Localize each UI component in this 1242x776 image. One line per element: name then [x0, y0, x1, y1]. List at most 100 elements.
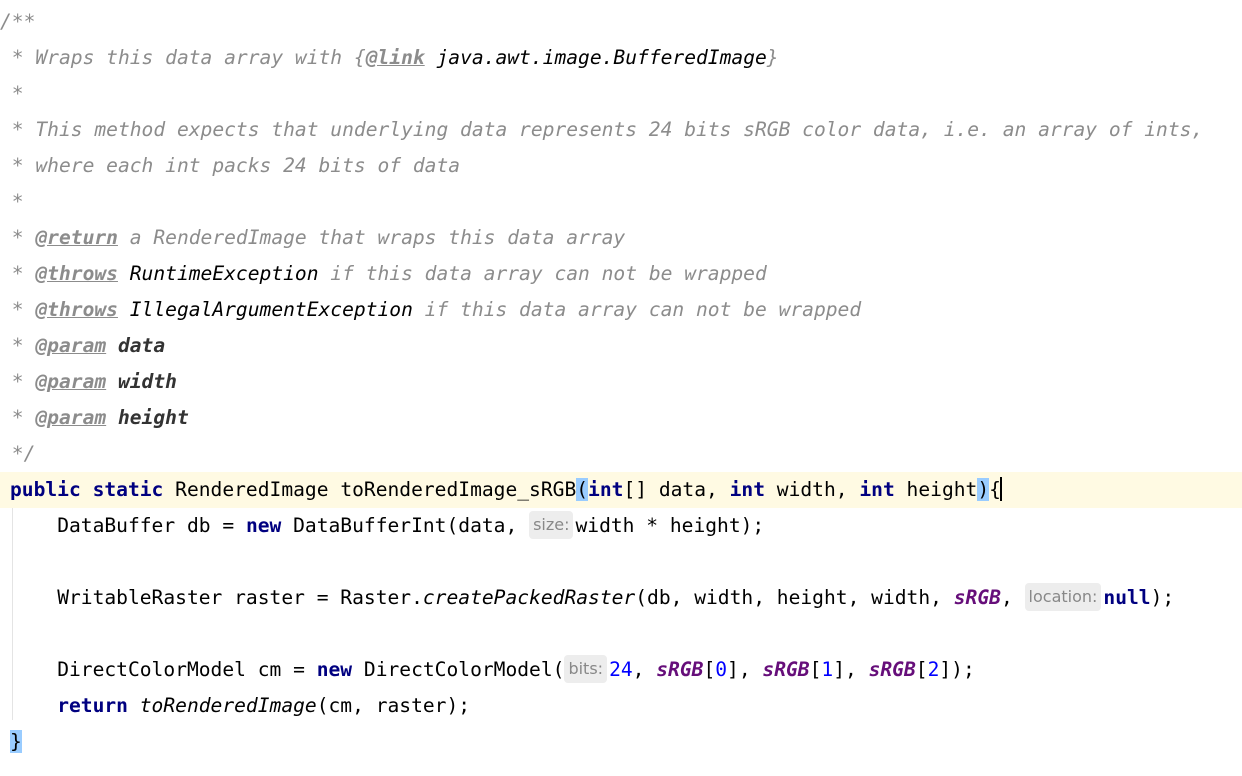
- link-open-brace: {: [353, 46, 366, 69]
- raster-args[interactable]: (db, width, height, width,: [635, 586, 954, 609]
- keyword-int: int: [859, 478, 895, 501]
- throws-text: if this data array can not be wrapped: [412, 298, 862, 321]
- param-data[interactable]: [] data,: [623, 478, 729, 501]
- javadoc-desc-2: * where each int packs 24 bits of data: [0, 154, 461, 177]
- code-line-9[interactable]: * @throws IllegalArgumentException if th…: [0, 292, 1242, 328]
- bracket: ],: [833, 658, 869, 681]
- return-type[interactable]: RenderedImage: [175, 478, 328, 501]
- code-line-20[interactable]: return toRenderedImage(cm, raster);: [0, 688, 1242, 724]
- param-name-width[interactable]: width: [106, 370, 177, 393]
- throws-text: if this data array can not be wrapped: [318, 262, 767, 285]
- code-line-17[interactable]: WritableRaster raster = Raster.createPac…: [0, 580, 1242, 616]
- return-args[interactable]: (cm, raster);: [317, 694, 470, 717]
- javadoc-prefix: *: [0, 298, 36, 321]
- code-line-7[interactable]: * @return a RenderedImage that wraps thi…: [0, 220, 1242, 256]
- keyword-int: int: [588, 478, 624, 501]
- method-to-rendered-image[interactable]: toRenderedImage: [140, 694, 317, 717]
- bracket: [: [915, 658, 928, 681]
- link-tag[interactable]: @link: [366, 46, 425, 69]
- keyword-new: new: [245, 514, 282, 537]
- static-field-srgb[interactable]: sRGB: [762, 658, 809, 681]
- parameter-hint-location: location:: [1024, 582, 1102, 611]
- method-name[interactable]: toRenderedImage_sRGB: [340, 478, 576, 501]
- number-literal: 2: [927, 658, 940, 681]
- code-line-3[interactable]: *: [0, 76, 1242, 112]
- code-line-14-signature[interactable]: public static RenderedImage toRenderedIm…: [0, 472, 1242, 508]
- param-height[interactable]: height: [895, 478, 978, 501]
- statement-end: );: [1150, 586, 1175, 609]
- param-name-data[interactable]: data: [106, 334, 165, 357]
- keyword-static: static: [92, 478, 164, 501]
- code-line-21[interactable]: }: [0, 724, 1242, 760]
- close-brace-highlight: }: [10, 730, 22, 753]
- open-paren-highlight: (: [576, 478, 589, 501]
- bracket: ],: [727, 658, 763, 681]
- throws-tag: @throws: [35, 298, 118, 321]
- javadoc-blank: *: [0, 82, 24, 105]
- code-line-13[interactable]: */: [0, 436, 1242, 472]
- method-create-packed-raster[interactable]: createPackedRaster: [423, 586, 635, 609]
- parameter-hint-size: size:: [529, 510, 574, 539]
- db-declaration[interactable]: DataBuffer db =: [57, 514, 246, 537]
- javadoc-prefix: *: [0, 406, 36, 429]
- javadoc-prefix: *: [0, 226, 36, 249]
- static-field-srgb[interactable]: sRGB: [869, 658, 916, 681]
- link-target[interactable]: java.awt.image.BufferedImage: [425, 46, 766, 69]
- code-line-16-empty[interactable]: [0, 544, 1242, 580]
- number-literal: 1: [821, 658, 834, 681]
- keyword-null: null: [1103, 586, 1151, 609]
- directcolormodel-call[interactable]: DirectColorModel(: [352, 658, 565, 681]
- code-line-2[interactable]: * Wraps this data array with {@link java…: [0, 40, 1242, 76]
- size-expression[interactable]: width * height);: [575, 514, 764, 537]
- javadoc-prefix: *: [0, 370, 36, 393]
- cm-declaration[interactable]: DirectColorModel cm =: [57, 658, 317, 681]
- javadoc-prefix: *: [0, 334, 36, 357]
- javadoc-desc-1: * This method expects that underlying da…: [0, 118, 1204, 141]
- close-paren-highlight: ): [977, 478, 990, 501]
- param-tag: @param: [35, 406, 107, 429]
- link-close-brace: }: [766, 46, 779, 69]
- keyword-return: return: [57, 694, 128, 717]
- javadoc-summary: * Wraps this data array with: [0, 46, 354, 69]
- code-line-18-empty[interactable]: [0, 616, 1242, 652]
- javadoc-open: /**: [0, 10, 36, 33]
- raster-declaration[interactable]: WritableRaster raster = Raster.: [57, 586, 423, 609]
- code-line-19[interactable]: DirectColorModel cm = new DirectColorMod…: [0, 652, 1242, 688]
- javadoc-blank: *: [0, 190, 24, 213]
- code-line-12[interactable]: * @param height: [0, 400, 1242, 436]
- code-line-10[interactable]: * @param data: [0, 328, 1242, 364]
- keyword-public: public: [10, 478, 81, 501]
- param-tag: @param: [35, 370, 107, 393]
- code-line-1[interactable]: /**: [0, 4, 1242, 40]
- code-line-5[interactable]: * where each int packs 24 bits of data: [0, 148, 1242, 184]
- code-line-4[interactable]: * This method expects that underlying da…: [0, 112, 1242, 148]
- code-line-6[interactable]: *: [0, 184, 1242, 220]
- javadoc-prefix: *: [0, 262, 36, 285]
- code-editor[interactable]: /** * Wraps this data array with {@link …: [0, 0, 1242, 776]
- param-name-height[interactable]: height: [106, 406, 189, 429]
- param-width[interactable]: width,: [765, 478, 859, 501]
- bracket: [: [703, 658, 716, 681]
- databufferint-call[interactable]: DataBufferInt(data,: [281, 514, 529, 537]
- param-tag: @param: [35, 334, 107, 357]
- parameter-hint-bits: bits:: [564, 654, 608, 683]
- bracket: ]);: [939, 658, 975, 681]
- number-literal: 0: [715, 658, 728, 681]
- static-field-srgb[interactable]: sRGB: [656, 658, 703, 681]
- number-literal: 24: [609, 658, 633, 681]
- keyword-int: int: [729, 478, 765, 501]
- throws-type-runtime-exception[interactable]: RuntimeException: [118, 262, 319, 285]
- code-line-15[interactable]: DataBuffer db = new DataBufferInt(data, …: [0, 508, 1242, 544]
- text-caret: [999, 476, 1002, 501]
- throws-tag: @throws: [35, 262, 118, 285]
- static-field-srgb[interactable]: sRGB: [954, 586, 1001, 609]
- keyword-new: new: [316, 658, 353, 681]
- code-line-11[interactable]: * @param width: [0, 364, 1242, 400]
- code-line-8[interactable]: * @throws RuntimeException if this data …: [0, 256, 1242, 292]
- throws-type-illegal-argument-exception[interactable]: IllegalArgumentException: [118, 298, 413, 321]
